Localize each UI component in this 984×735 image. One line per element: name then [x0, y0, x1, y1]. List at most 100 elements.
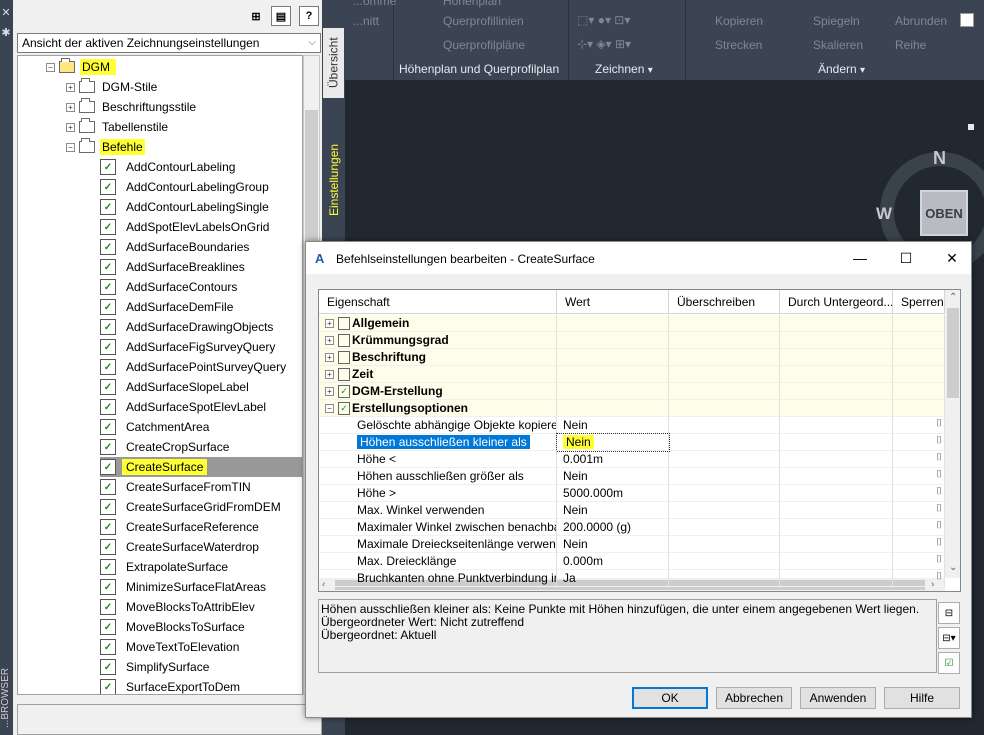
override-check-icon[interactable]: ☑	[938, 652, 960, 674]
tree-command-item[interactable]: ✓ AddSurfaceContours	[100, 277, 241, 297]
scroll-down-icon[interactable]: ⌄	[949, 562, 957, 573]
collapse-icon[interactable]: −	[66, 142, 75, 152]
grid-cell[interactable]	[669, 519, 780, 536]
maximize-icon[interactable]: ☐	[892, 248, 920, 268]
lock-icon[interactable]: ⌷	[936, 418, 942, 429]
tree-view-icon[interactable]: ⊞	[246, 6, 266, 26]
tab-overview[interactable]: Übersicht	[323, 28, 344, 98]
grid-cell[interactable]	[669, 570, 780, 587]
cancel-button[interactable]: Abbrechen	[716, 687, 792, 709]
grid-cell[interactable]	[669, 366, 780, 383]
grid-property-row[interactable]: Max. Winkel verwenden Nein ⌷	[319, 502, 945, 519]
grid-cell[interactable]: + Allgemein	[319, 315, 557, 332]
ok-button[interactable]: OK	[632, 687, 708, 709]
ribbon-item[interactable]: ...nitt	[353, 14, 379, 28]
grid-cell[interactable]: 200.0000 (g)	[557, 519, 669, 536]
grid-cell[interactable]	[893, 349, 945, 366]
help-button[interactable]: Hilfe	[884, 687, 960, 709]
expand-icon[interactable]: +	[325, 387, 334, 397]
tree-command-item[interactable]: ✓ CreateSurfaceReference	[100, 517, 263, 537]
expand-icon[interactable]: +	[325, 370, 334, 380]
ribbon-item[interactable]: Skalieren	[813, 38, 863, 52]
grid-cell[interactable]	[669, 332, 780, 349]
tree-command-item[interactable]: ✓ CreateCropSurface	[100, 437, 233, 457]
grid-property-row[interactable]: Höhen ausschließen kleiner als Nein ⌷	[319, 433, 945, 452]
grid-cell[interactable]: + Beschriftung	[319, 349, 557, 366]
grid-property-row[interactable]: Gelöschte abhängige Objekte kopieren Nein…	[319, 417, 945, 434]
ribbon-item[interactable]: Höhenplan	[443, 0, 501, 8]
grid-category-row[interactable]: + Zeit	[319, 366, 945, 383]
tree-folder[interactable]: + DGM-Stile	[66, 77, 159, 97]
grid-cell[interactable]	[780, 468, 893, 485]
grid-cell[interactable]	[780, 519, 893, 536]
grid-cell[interactable]	[557, 332, 669, 349]
grid-category-row[interactable]: + Allgemein	[319, 315, 945, 332]
settings-tree[interactable]: − DGM + DGM-Stile + Beschriftungsstile + Tabell…	[17, 55, 303, 695]
expand-icon[interactable]: +	[66, 102, 75, 112]
tree-command-item[interactable]: ✓ CreateSurfaceFromTIN	[100, 477, 255, 497]
collapse-icon[interactable]: −	[325, 404, 334, 414]
lock-icon[interactable]: ⌷	[936, 469, 942, 480]
tree-command-item[interactable]: ✓ AddSurfaceSpotElevLabel	[100, 397, 270, 417]
view-select[interactable]: Ansicht der aktiven Zeichnungseinstellun…	[17, 33, 321, 53]
tree-command-item[interactable]: ✓ AddSurfaceFigSurveyQuery	[100, 337, 279, 357]
grid-cell[interactable]: + Krümmungsgrad	[319, 332, 557, 349]
grid-cell[interactable]	[669, 400, 780, 417]
tree-command-item[interactable]: ✓ MoveBlocksToAttribElev	[100, 597, 259, 617]
panel-draw[interactable]: Zeichnen ▾	[595, 62, 653, 76]
tree-command-item[interactable]: ✓ AddContourLabeling	[100, 157, 239, 177]
item-view-icon[interactable]: ▤	[271, 6, 291, 26]
tree-command-item[interactable]: ✓ CreateSurfaceWaterdrop	[100, 537, 263, 557]
viewport-close-icon[interactable]	[968, 124, 974, 130]
collapse-icon[interactable]: −	[46, 62, 55, 72]
column-header-child-override[interactable]: Durch Untergeord...	[780, 290, 893, 314]
grid-cell[interactable]	[557, 349, 669, 366]
tree-command-item[interactable]: ✓ SimplifySurface	[100, 657, 213, 677]
ribbon-item[interactable]: ...omme	[353, 0, 396, 8]
grid-cell[interactable]: ⌷	[893, 485, 945, 502]
tree-command-item[interactable]: ✓ CatchmentArea	[100, 417, 213, 437]
expand-icon[interactable]: +	[325, 336, 334, 346]
tree-command-item[interactable]: ✓ MoveTextToElevation	[100, 637, 243, 657]
grid-category-row[interactable]: + ✓ DGM-Erstellung	[319, 383, 945, 400]
draw-tools-icon[interactable]: ⬚▾ ●▾ ⊡▾	[577, 13, 630, 27]
ribbon-item[interactable]: Querprofillinien	[443, 14, 524, 28]
grid-cell[interactable]	[780, 349, 893, 366]
tree-command-item[interactable]: ✓ AddSurfaceBreaklines	[100, 257, 249, 277]
grid-cell[interactable]	[780, 434, 893, 451]
ribbon-item[interactable]: Reihe	[895, 38, 926, 52]
grid-cell[interactable]: ⌷	[893, 434, 945, 451]
minimize-icon[interactable]: —	[846, 248, 874, 268]
grid-category-row[interactable]: + Beschriftung	[319, 349, 945, 366]
grid-cell[interactable]: Nein	[557, 536, 669, 553]
grid-cell[interactable]: ⌷	[893, 468, 945, 485]
tree-command-item[interactable]: ✓ AddSurfaceSlopeLabel	[100, 377, 253, 397]
tree-folder[interactable]: + Tabellenstile	[66, 117, 170, 137]
ribbon-item[interactable]: Spiegeln	[813, 14, 860, 28]
panel-modify[interactable]: Ändern ▾	[818, 62, 865, 76]
lock-icon[interactable]: ⌷	[936, 503, 942, 514]
grid-cell[interactable]	[780, 383, 893, 400]
grid-cell[interactable]	[669, 536, 780, 553]
lock-icon[interactable]: ⌷	[936, 571, 942, 582]
grid-cell[interactable]	[893, 383, 945, 400]
grid-property-row[interactable]: Bruchkanten ohne Punktverbindung in... Ja…	[319, 570, 945, 587]
lock-all-icon[interactable]: ⊟▾	[938, 627, 960, 649]
grid-cell[interactable]	[893, 332, 945, 349]
ribbon-item[interactable]: Querprofilpläne	[443, 38, 525, 52]
apply-button[interactable]: Anwenden	[800, 687, 876, 709]
grid-cell[interactable]: Nein	[557, 468, 669, 485]
expand-icon[interactable]: +	[325, 319, 334, 329]
grid-cell[interactable]: − ✓ Erstellungsoptionen	[319, 400, 557, 417]
grid-cell[interactable]: + Zeit	[319, 366, 557, 383]
compass-north[interactable]: N	[933, 148, 946, 169]
grid-cell[interactable]	[669, 434, 780, 451]
tree-command-item[interactable]: ✓ AddSurfacePointSurveyQuery	[100, 357, 290, 377]
grid-cell[interactable]: Höhen ausschließen größer als	[319, 468, 557, 485]
grid-cell[interactable]	[780, 366, 893, 383]
expand-icon[interactable]: +	[66, 82, 75, 92]
tree-command-item[interactable]: ✓ MinimizeSurfaceFlatAreas	[100, 577, 270, 597]
grid-cell[interactable]	[557, 315, 669, 332]
tree-root-dgm[interactable]: − DGM	[46, 57, 116, 77]
panel-checkbox[interactable]	[960, 13, 974, 27]
